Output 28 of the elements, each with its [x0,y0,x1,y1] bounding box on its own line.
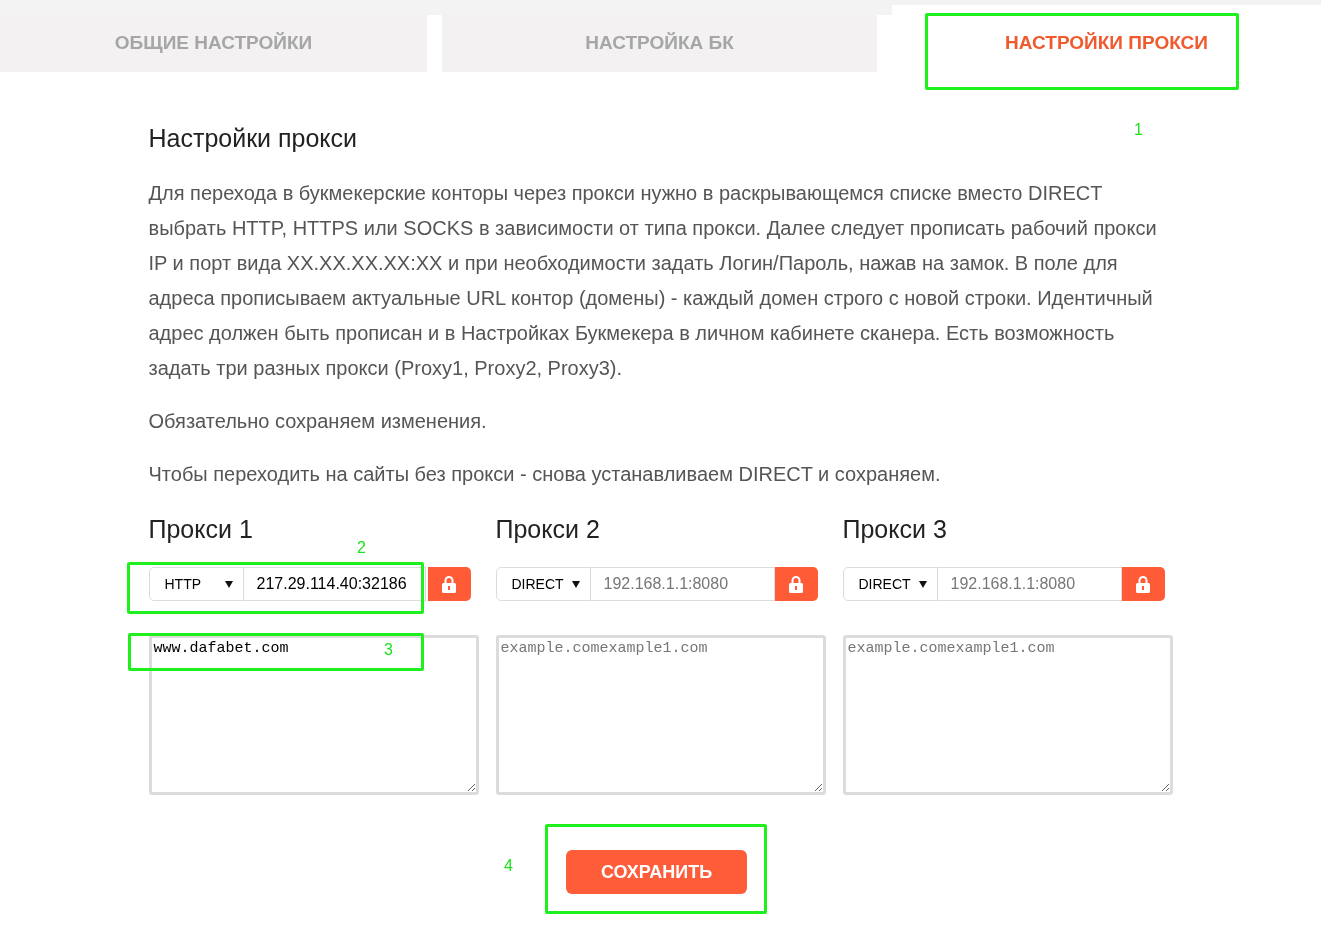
address-input[interactable]: 192.168.1.1:8080 [590,567,775,601]
annotation-number: 4 [504,856,513,876]
caret-icon [918,580,927,588]
section-title: Настройки прокси [148,123,358,153]
caret-icon [571,580,580,588]
lock-icon [789,575,803,593]
protocol-select[interactable]: DIRECT [495,567,591,601]
protocol-select[interactable]: HTTP [148,567,244,601]
caret-icon [224,580,233,588]
proxy-title: Прокси 2 [495,514,600,544]
instruction-text: Для перехода в букмекерские конторы через прокси нужно в раскрывающемся списке вместо DIRECT выбрать HTTP, HTTPS или SOCKS в зависимости от типа прокси. Далее следует прописать рабочий прокси IP и порт вида XX.XX.XX.XX:XX и при необходимости задать Логин/Пароль, нажав на замок. В поле для адреса прописываем актуальные URL контор (домены) - каждый домен строго с новой строки. Идентичный адрес должен быть прописан и в Настройках Букмекера в личном кабинете сканера. Есть возможность задать три разных прокси (Proxy1, Proxy2, Proxy3). [148,181,1158,381]
domains-input[interactable]: example.comexample1.com [842,635,1173,795]
instruction-text: Чтобы переходить на сайты без прокси - снова устанавливаем DIRECT и сохраняем. [148,462,942,487]
proxy-title: Прокси 1 [148,514,253,544]
proxy-title: Прокси 3 [842,514,947,544]
address-input[interactable]: 217.29.114.40:32186 [243,567,426,601]
lock-button[interactable] [1121,567,1165,601]
annotation-number: 1 [1134,120,1143,140]
domains-input[interactable]: example.comexample1.com [495,635,826,795]
annotation-number: 2 [357,538,366,558]
protocol-select[interactable]: DIRECT [842,567,938,601]
address-input[interactable]: 192.168.1.1:8080 [937,567,1122,601]
annotation-number: 3 [384,640,393,660]
lock-button[interactable] [774,567,818,601]
lock-button[interactable] [427,567,471,601]
lock-icon [1136,575,1150,593]
lock-icon [442,575,456,593]
instruction-text: Обязательно сохраняем изменения. [148,409,488,434]
